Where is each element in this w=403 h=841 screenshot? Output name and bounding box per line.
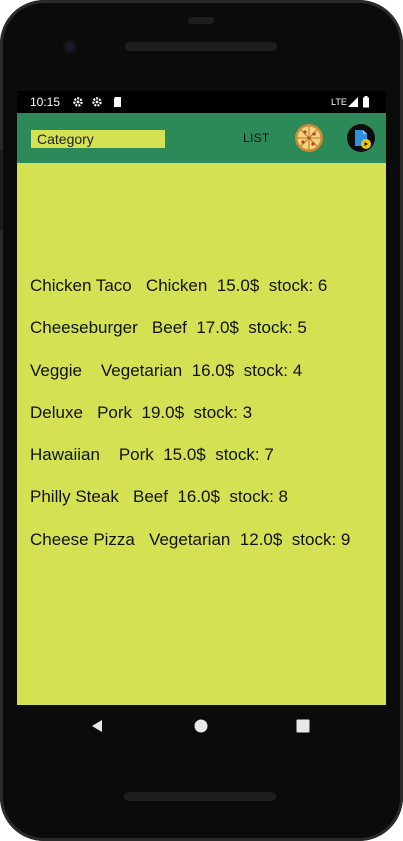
sd-card-icon: [114, 97, 121, 107]
settings-icon: [92, 97, 102, 107]
pizza-icon[interactable]: [294, 123, 324, 153]
status-time: 10:15: [30, 95, 61, 109]
list-item[interactable]: Cheeseburger Beef 17.0$ stock: 5: [30, 318, 386, 360]
top-speaker: [125, 42, 277, 51]
front-camera: [63, 40, 77, 54]
item-list: Chicken Taco Chicken 15.0$ stock: 6 Chee…: [30, 276, 386, 572]
list-item[interactable]: Chicken Taco Chicken 15.0$ stock: 6: [30, 276, 386, 318]
user-document-icon[interactable]: [346, 123, 376, 153]
top-sensor: [188, 17, 214, 24]
home-icon[interactable]: [193, 718, 209, 734]
back-icon[interactable]: [89, 718, 105, 734]
category-input[interactable]: [31, 130, 165, 148]
screen: 10:15 LTE LIST: [17, 91, 386, 705]
phone-frame: 10:15 LTE LIST: [0, 0, 403, 841]
list-item[interactable]: Cheese Pizza Vegetarian 12.0$ stock: 9: [30, 530, 386, 572]
navigation-bar: [17, 705, 386, 747]
network-label: LTE: [331, 97, 347, 107]
settings-icon: [73, 97, 83, 107]
side-button: [0, 150, 3, 230]
bottom-speaker: [124, 792, 276, 801]
list-item[interactable]: Hawaiian Pork 15.0$ stock: 7: [30, 445, 386, 487]
app-bar: LIST: [17, 113, 386, 163]
list-item[interactable]: Philly Steak Beef 16.0$ stock: 8: [30, 487, 386, 529]
list-item[interactable]: Veggie Vegetarian 16.0$ stock: 4: [30, 361, 386, 403]
status-bar: 10:15 LTE: [17, 91, 386, 113]
battery-icon: [363, 96, 369, 108]
recents-icon[interactable]: [295, 718, 311, 734]
list-button[interactable]: LIST: [243, 131, 270, 145]
signal-icon: [348, 97, 358, 107]
list-item[interactable]: Deluxe Pork 19.0$ stock: 3: [30, 403, 386, 445]
